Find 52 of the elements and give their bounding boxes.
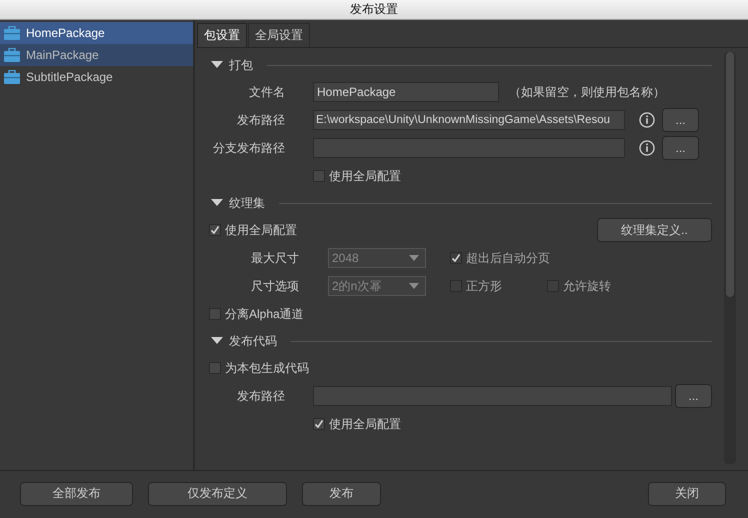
branch-path-field[interactable] bbox=[313, 138, 625, 158]
atlas-definition-button[interactable]: 纹理集定义.. bbox=[597, 218, 712, 242]
code-path-field[interactable] bbox=[312, 386, 672, 406]
info-icon[interactable] bbox=[639, 112, 655, 128]
browse-button[interactable]: ... bbox=[662, 136, 699, 160]
field-label: 尺寸选项 bbox=[250, 278, 299, 294]
scrollbar-thumb[interactable] bbox=[726, 52, 734, 297]
action-button[interactable]: 仅发布定义 bbox=[148, 482, 287, 506]
collapse-triangle-icon[interactable] bbox=[211, 61, 223, 69]
checkbox[interactable] bbox=[209, 224, 221, 236]
checkbox[interactable] bbox=[209, 308, 221, 320]
package-item[interactable]: HomePackage bbox=[0, 22, 193, 44]
info-icon[interactable] bbox=[639, 140, 655, 156]
package-item[interactable]: MainPackage bbox=[0, 44, 193, 66]
tab[interactable]: 包设置 bbox=[197, 23, 247, 47]
field-label: 最大尺寸 bbox=[250, 250, 299, 266]
action-button[interactable]: 发布 bbox=[302, 482, 381, 506]
section-title: 发布代码 bbox=[229, 332, 277, 350]
field-label: 文件名 bbox=[248, 84, 285, 100]
dropdown-arrow-icon bbox=[409, 283, 419, 289]
package-item[interactable]: SubtitlePackage bbox=[0, 66, 193, 88]
checkmark-icon bbox=[314, 419, 324, 429]
collapse-triangle-icon[interactable] bbox=[211, 199, 223, 207]
field-label: 分支发布路径 bbox=[212, 140, 285, 156]
window-title: 发布设置 bbox=[350, 1, 398, 18]
checkbox-label[interactable]: 使用全局配置 bbox=[313, 416, 401, 432]
publish-path-field[interactable]: E:\workspace\Unity\UnknownMissingGame\Assets\Resou bbox=[313, 110, 625, 130]
collapse-triangle-icon[interactable] bbox=[211, 337, 223, 345]
checkbox-label[interactable]: 使用全局配置 bbox=[313, 168, 401, 184]
field-label: 发布路径 bbox=[236, 112, 285, 128]
checkbox-label[interactable]: 为本包生成代码 bbox=[209, 360, 309, 376]
checkbox-label[interactable]: 使用全局配置 bbox=[209, 222, 297, 238]
section-title: 打包 bbox=[229, 56, 253, 74]
checkbox[interactable] bbox=[313, 170, 325, 182]
checkbox[interactable] bbox=[313, 418, 325, 430]
dropdown-arrow-icon bbox=[409, 255, 419, 261]
action-button[interactable]: 关闭 bbox=[648, 482, 726, 506]
toolbox-icon bbox=[4, 70, 20, 84]
browse-button[interactable]: ... bbox=[675, 384, 712, 408]
tab[interactable]: 全局设置 bbox=[248, 23, 310, 47]
browse-button[interactable]: ... bbox=[662, 108, 699, 132]
toolbox-icon bbox=[4, 26, 20, 40]
checkbox[interactable] bbox=[209, 362, 221, 374]
hint-text: （如果留空，则使用包名称） bbox=[509, 84, 665, 100]
action-button[interactable]: 全部发布 bbox=[20, 482, 133, 506]
file-name-field[interactable]: HomePackage bbox=[313, 82, 499, 102]
checkbox-label[interactable]: 分离Alpha通道 bbox=[209, 306, 304, 322]
section-title: 纹理集 bbox=[229, 194, 265, 212]
checkmark-icon bbox=[451, 253, 461, 263]
field-label: 发布路径 bbox=[236, 388, 285, 404]
checkmark-icon bbox=[210, 225, 220, 235]
toolbox-icon bbox=[4, 48, 20, 62]
